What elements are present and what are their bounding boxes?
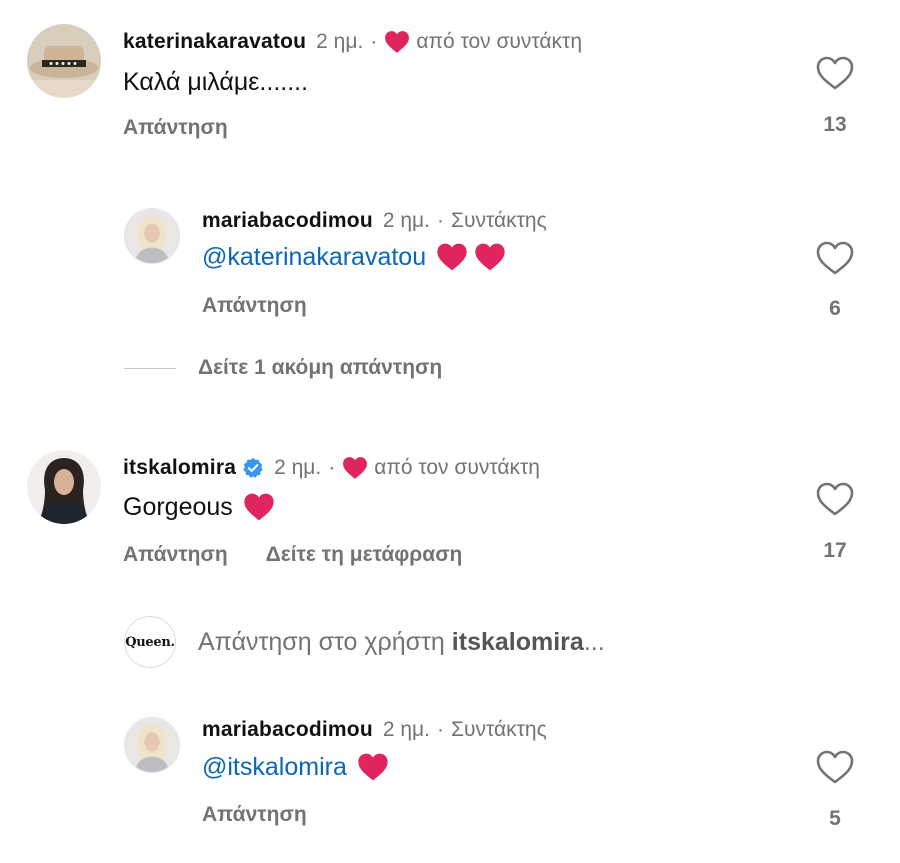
username[interactable]: itskalomira: [123, 456, 236, 480]
comment-actions: Απάντηση Δείτε τη μετάφραση: [123, 543, 500, 567]
verified-badge-icon: [243, 457, 263, 478]
reply-button[interactable]: Απάντηση: [123, 116, 228, 140]
separator: ·: [370, 30, 378, 53]
comment-meta: itskalomira 2 ημ. · από τον συντάκτη: [123, 456, 540, 480]
reply-placeholder-user: itskalomira: [451, 627, 584, 656]
comment-actions: Απάντηση: [202, 294, 345, 318]
heart-filled-icon: [385, 31, 410, 53]
avatar[interactable]: [124, 717, 180, 773]
reply-button[interactable]: Απάντηση: [202, 803, 307, 827]
comment-text: @itskalomira: [202, 752, 389, 782]
red-heart-emoji-icon: [437, 243, 467, 271]
timestamp: 2 ημ.: [382, 209, 430, 232]
comment-text: Gorgeous: [123, 492, 275, 522]
like-count: 6: [829, 297, 841, 320]
comment-actions: Απάντηση: [123, 116, 266, 140]
heart-outline-icon[interactable]: [815, 240, 855, 276]
like-count: 5: [829, 807, 841, 830]
heart-filled-icon: [343, 457, 368, 479]
reply-input[interactable]: Queen. Απάντηση στο χρήστη itskalomira..…: [124, 616, 605, 668]
like-count: 17: [823, 539, 847, 562]
red-heart-emoji-icon: [244, 493, 274, 521]
username[interactable]: katerinakaravatou: [123, 30, 306, 54]
red-heart-emoji-icon: [358, 753, 388, 781]
separator: ·: [436, 209, 444, 232]
separator: ·: [436, 718, 444, 741]
heart-outline-icon[interactable]: [815, 481, 855, 517]
author-badge: Συντάκτης: [450, 718, 547, 741]
reply-placeholder: Απάντηση στο χρήστη itskalomira...: [198, 628, 605, 657]
avatar[interactable]: [27, 24, 101, 98]
avatar[interactable]: [27, 450, 101, 524]
avatar[interactable]: [124, 208, 180, 264]
author-badge: Συντάκτης: [450, 209, 547, 232]
separator: ·: [328, 456, 336, 479]
like-count: 13: [823, 113, 847, 136]
timestamp: 2 ημ.: [274, 456, 322, 479]
comment-text: @katerinakaravatou: [202, 242, 506, 272]
reply-button[interactable]: Απάντηση: [202, 294, 307, 318]
avatar-image: [27, 24, 101, 98]
liked-by-author-label: από τον συντάκτη: [374, 456, 540, 479]
view-more-replies-label: Δείτε 1 ακόμη απάντηση: [198, 356, 443, 379]
mention-link[interactable]: @katerinakaravatou: [202, 243, 426, 272]
avatar-image: [27, 450, 101, 524]
username[interactable]: mariabacodimou: [202, 209, 373, 233]
comment-body: Gorgeous: [123, 492, 233, 521]
heart-outline-icon[interactable]: [815, 55, 855, 91]
comment-meta: mariabacodimou 2 ημ. · Συντάκτης: [202, 209, 547, 233]
liked-by-author-label: από τον συντάκτη: [416, 30, 583, 53]
heart-outline-icon[interactable]: [815, 749, 855, 785]
reply-placeholder-prefix: Απάντηση στο χρήστη: [198, 627, 452, 656]
comment-meta: mariabacodimou 2 ημ. · Συντάκτης: [202, 718, 547, 742]
timestamp: 2 ημ.: [382, 718, 430, 741]
reply-button[interactable]: Απάντηση: [123, 543, 228, 567]
username[interactable]: mariabacodimou: [202, 718, 373, 742]
avatar-image: [125, 209, 179, 263]
comment-meta: katerinakaravatou 2 ημ. · από τον συντάκ…: [123, 30, 582, 54]
reply-placeholder-suffix: ...: [583, 627, 605, 656]
view-more-replies-button[interactable]: Δείτε 1 ακόμη απάντηση: [124, 356, 442, 380]
comment-text: Καλά μιλάμε.......: [123, 68, 309, 96]
avatar: Queen.: [124, 616, 176, 668]
timestamp: 2 ημ.: [316, 30, 364, 53]
see-translation-button[interactable]: Δείτε τη μετάφραση: [266, 543, 463, 567]
mention-link[interactable]: @itskalomira: [202, 753, 347, 782]
avatar-image: [125, 718, 179, 772]
comment-actions: Απάντηση: [202, 803, 345, 827]
red-heart-emoji-icon: [475, 243, 505, 271]
divider: [124, 367, 176, 369]
